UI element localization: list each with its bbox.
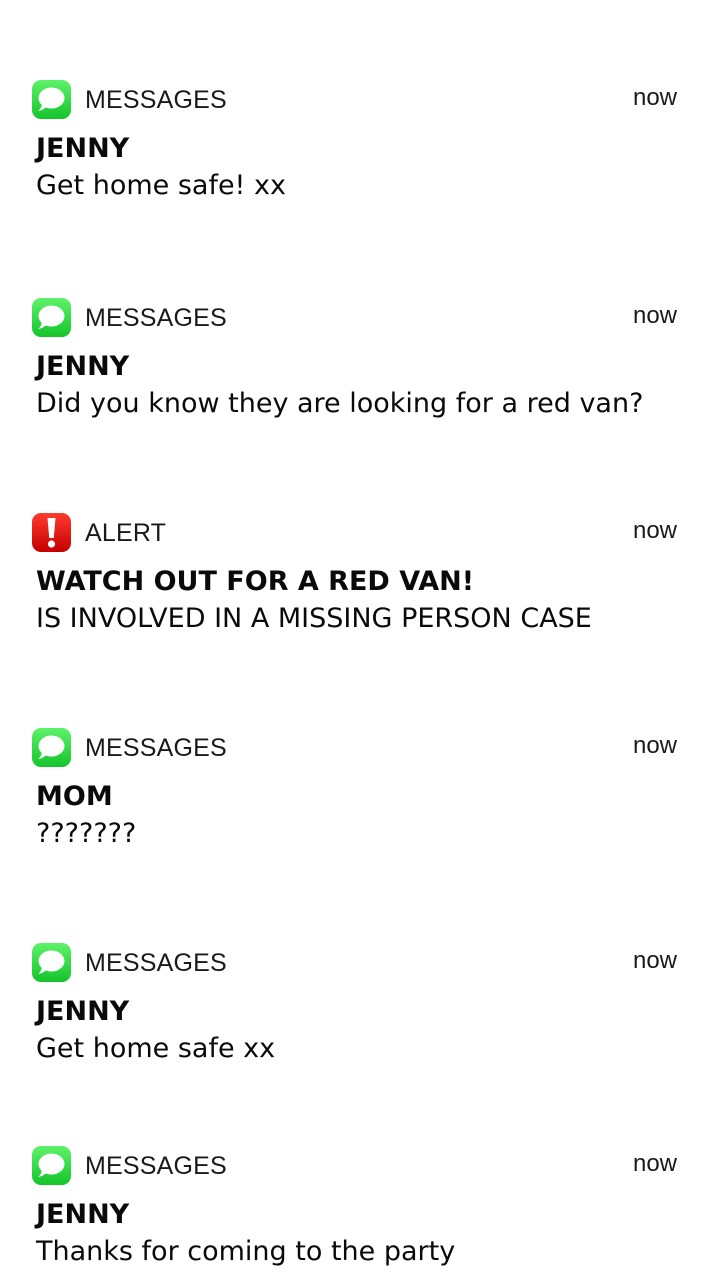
notification-body: ??????? <box>36 818 137 849</box>
notification-title: MOM <box>36 781 113 812</box>
messages-icon <box>32 80 71 119</box>
notification-body: IS INVOLVED IN A MISSING PERSON CASE <box>36 603 592 634</box>
notification-title: JENNY <box>36 133 130 164</box>
notification-body: Get home safe! xx <box>36 170 286 201</box>
alert-icon <box>32 513 71 552</box>
timestamp: now <box>632 302 677 329</box>
notification-messages-mom[interactable]: MESSAGES now MOM ??????? <box>0 728 720 868</box>
app-name: MESSAGES <box>85 734 227 762</box>
messages-icon <box>32 1146 71 1185</box>
notification-title: JENNY <box>36 1199 130 1230</box>
notification-title: WATCH OUT FOR A RED VAN! <box>36 566 475 597</box>
notification-body: Get home safe xx <box>36 1033 276 1064</box>
messages-icon <box>32 298 71 337</box>
timestamp: now <box>632 947 677 974</box>
messages-icon <box>32 943 71 982</box>
notification-messages-jenny-1[interactable]: MESSAGES now JENNY Get home safe! xx <box>0 80 720 220</box>
timestamp: now <box>632 732 677 759</box>
app-name: MESSAGES <box>85 1152 227 1180</box>
timestamp: now <box>632 84 677 111</box>
app-name: MESSAGES <box>85 949 227 977</box>
notification-title: JENNY <box>36 996 130 1027</box>
notification-title: JENNY <box>36 351 130 382</box>
notification-messages-jenny-4[interactable]: MESSAGES now JENNY Thanks for coming to … <box>0 1146 720 1286</box>
app-name: ALERT <box>85 519 167 547</box>
notification-messages-jenny-3[interactable]: MESSAGES now JENNY Get home safe xx <box>0 943 720 1083</box>
messages-icon <box>32 728 71 767</box>
notification-messages-jenny-2[interactable]: MESSAGES now JENNY Did you know they are… <box>0 298 720 438</box>
notification-alert-red-van[interactable]: ALERT now WATCH OUT FOR A RED VAN! IS IN… <box>0 513 720 653</box>
app-name: MESSAGES <box>85 86 227 114</box>
timestamp: now <box>632 1150 677 1177</box>
timestamp: now <box>632 517 677 544</box>
notification-body: Did you know they are looking for a red … <box>36 388 644 419</box>
app-name: MESSAGES <box>85 304 227 332</box>
notification-body: Thanks for coming to the party <box>36 1236 456 1267</box>
